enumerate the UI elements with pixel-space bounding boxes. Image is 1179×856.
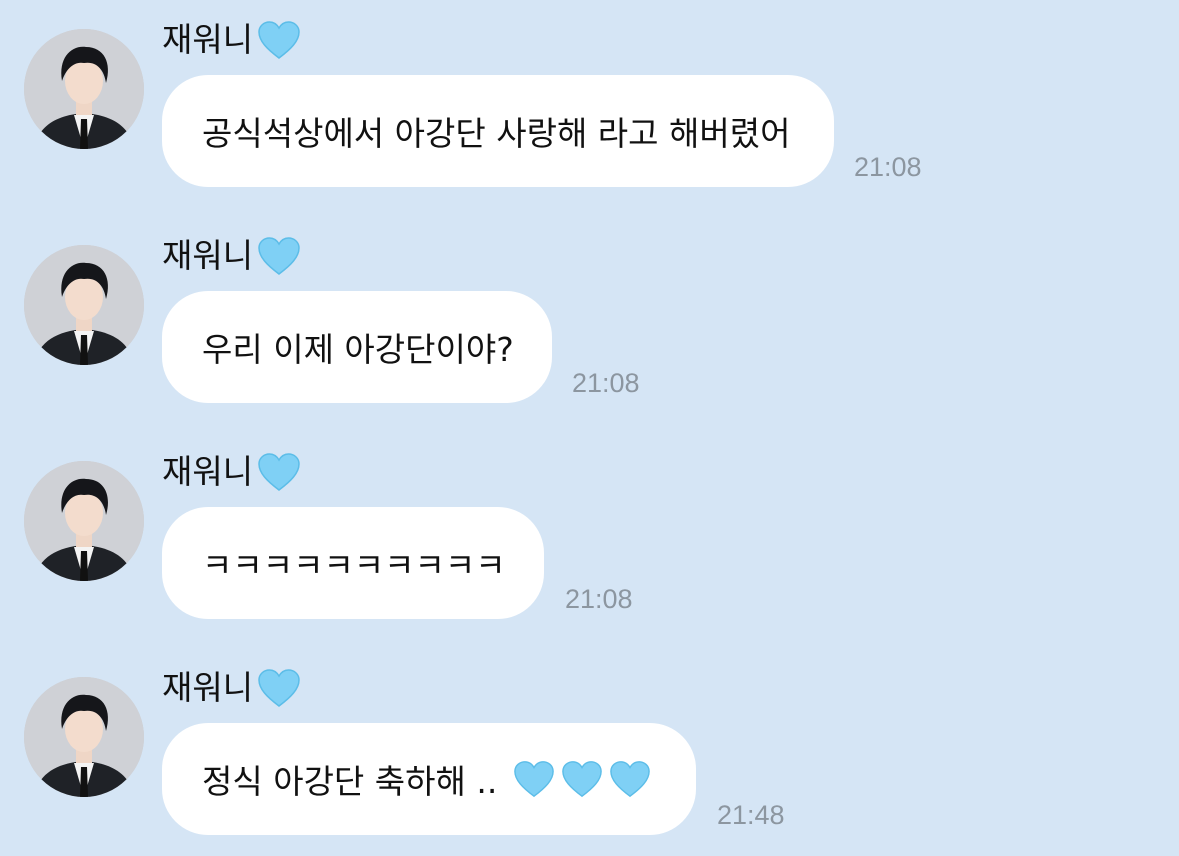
sender-avatar[interactable] (24, 677, 144, 797)
sender-name-row: 재워니 (162, 666, 301, 710)
light-blue-heart-icon (258, 453, 300, 491)
sender-name: 재워니 (162, 452, 254, 491)
chat-message: 재워니 우리 이제 아강단이야? 21:08 (0, 216, 1179, 416)
message-bubble[interactable]: ㅋㅋㅋㅋㅋㅋㅋㅋㅋㅋ (162, 507, 544, 619)
message-bubble[interactable]: 정식 아강단 축하해 .. (162, 723, 696, 835)
chat-thread[interactable]: 재워니 공식석상에서 아강단 사랑해 라고 해버렸어 21:08 재워니 우리 … (0, 0, 1179, 856)
light-blue-heart-icon (562, 761, 603, 798)
avatar-photo-icon (24, 677, 144, 797)
light-blue-heart-icon (514, 761, 555, 798)
message-text: ㅋㅋㅋㅋㅋㅋㅋㅋㅋㅋ (202, 546, 506, 585)
message-time: 21:08 (565, 584, 633, 614)
sender-avatar[interactable] (24, 461, 144, 581)
chat-message: 재워니 ㅋㅋㅋㅋㅋㅋㅋㅋㅋㅋ 21:08 (0, 432, 1179, 632)
light-blue-heart-icon (610, 761, 651, 798)
sender-name-row: 재워니 (162, 450, 301, 494)
avatar-photo-icon (24, 245, 144, 365)
message-text: 정식 아강단 축하해 .. (202, 762, 498, 801)
sender-name: 재워니 (162, 236, 254, 275)
message-text: 공식석상에서 아강단 사랑해 라고 해버렸어 (202, 114, 791, 153)
message-bubble[interactable]: 우리 이제 아강단이야? (162, 291, 552, 403)
message-time: 21:48 (717, 800, 785, 830)
light-blue-heart-icon (258, 237, 300, 275)
sender-avatar[interactable] (24, 245, 144, 365)
sender-name-row: 재워니 (162, 18, 301, 62)
light-blue-heart-icon (258, 21, 300, 59)
message-text: 우리 이제 아강단이야? (202, 330, 514, 369)
avatar-photo-icon (24, 29, 144, 149)
avatar-photo-icon (24, 461, 144, 581)
light-blue-heart-icon (258, 669, 300, 707)
sender-name: 재워니 (162, 20, 254, 59)
sender-name: 재워니 (162, 668, 254, 707)
sender-avatar[interactable] (24, 29, 144, 149)
sender-name-row: 재워니 (162, 234, 301, 278)
message-time: 21:08 (854, 152, 922, 182)
chat-message: 재워니 정식 아강단 축하해 .. 21:48 (0, 648, 1179, 848)
message-time: 21:08 (572, 368, 640, 398)
message-emoji-hearts (507, 759, 651, 799)
chat-message: 재워니 공식석상에서 아강단 사랑해 라고 해버렸어 21:08 (0, 0, 1179, 200)
message-bubble[interactable]: 공식석상에서 아강단 사랑해 라고 해버렸어 (162, 75, 834, 187)
